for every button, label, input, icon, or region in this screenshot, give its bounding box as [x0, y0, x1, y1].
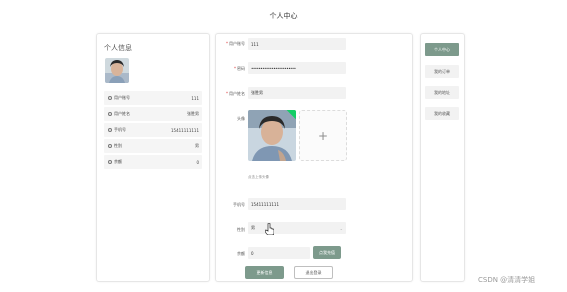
info-value: 0	[196, 159, 199, 165]
info-label: 用户账号	[114, 95, 130, 100]
gender-label: 性别	[237, 227, 245, 232]
password-field[interactable]: ••••••••••••••••••••••••	[248, 62, 346, 74]
info-value: 男	[195, 143, 199, 148]
menu-item-favorites[interactable]: 我的收藏	[425, 107, 459, 120]
info-icon	[108, 144, 112, 148]
info-label: 余额	[114, 159, 122, 164]
hand-cursor-icon	[265, 223, 274, 235]
chevron-down-icon: ⌄	[339, 226, 343, 231]
gender-select[interactable]: 男 ⌄	[248, 222, 346, 234]
info-row-balance: 余额 0	[104, 155, 202, 169]
info-row-phone: 手机号 15411111111	[104, 123, 202, 137]
balance-field: 0	[248, 247, 310, 259]
page-title: 个人中心	[269, 12, 298, 20]
balance-label: 余额	[237, 251, 245, 256]
logout-button[interactable]: 退出登录	[294, 266, 333, 279]
info-label: 用户姓名	[114, 111, 130, 116]
avatar-label: 头像	[237, 116, 245, 121]
info-icon	[108, 112, 112, 116]
avatar-hint: 点击上传头像	[248, 175, 269, 179]
plus-icon: +	[317, 128, 329, 143]
info-value: 15411111111	[171, 127, 199, 133]
info-icon	[108, 128, 112, 132]
upload-add-button[interactable]: +	[299, 110, 347, 161]
account-label: *用户账号	[226, 41, 245, 46]
name-field[interactable]: 张胜男	[248, 87, 346, 99]
info-row-name: 用户姓名 张胜男	[104, 107, 202, 121]
info-panel-title: 个人信息	[104, 44, 132, 52]
info-label: 性别	[114, 143, 122, 148]
info-icon	[108, 96, 112, 100]
info-list: 用户账号 111 用户姓名 张胜男 手机号 15411111111 性别 男 余…	[104, 91, 202, 171]
update-button[interactable]: 更新信息	[245, 266, 284, 279]
info-value: 111	[191, 95, 199, 101]
phone-label: 手机号	[233, 202, 245, 207]
menu-item-orders[interactable]: 我的订单	[425, 65, 459, 78]
password-label: *密码	[234, 66, 245, 71]
info-label: 手机号	[114, 127, 126, 132]
recharge-button[interactable]: 点我充值	[313, 246, 341, 259]
menu-item-profile[interactable]: 个人中心	[425, 43, 459, 56]
menu-item-address[interactable]: 我的地址	[425, 86, 459, 99]
name-label: *用户姓名	[226, 91, 245, 96]
user-info-panel: 个人信息 用户账号 111 用户姓名 张胜男 手机号 15411111111 性…	[96, 33, 210, 282]
info-row-account: 用户账号 111	[104, 91, 202, 105]
phone-field[interactable]: 15411111111	[248, 198, 346, 210]
avatar-preview[interactable]	[248, 110, 296, 161]
info-row-gender: 性别 男	[104, 139, 202, 153]
account-field[interactable]: 111	[248, 38, 346, 50]
watermark: CSDN @清清学姐	[478, 276, 536, 284]
gender-value: 男	[251, 225, 255, 230]
info-value: 张胜男	[187, 111, 199, 116]
info-icon	[108, 160, 112, 164]
avatar	[105, 58, 129, 83]
